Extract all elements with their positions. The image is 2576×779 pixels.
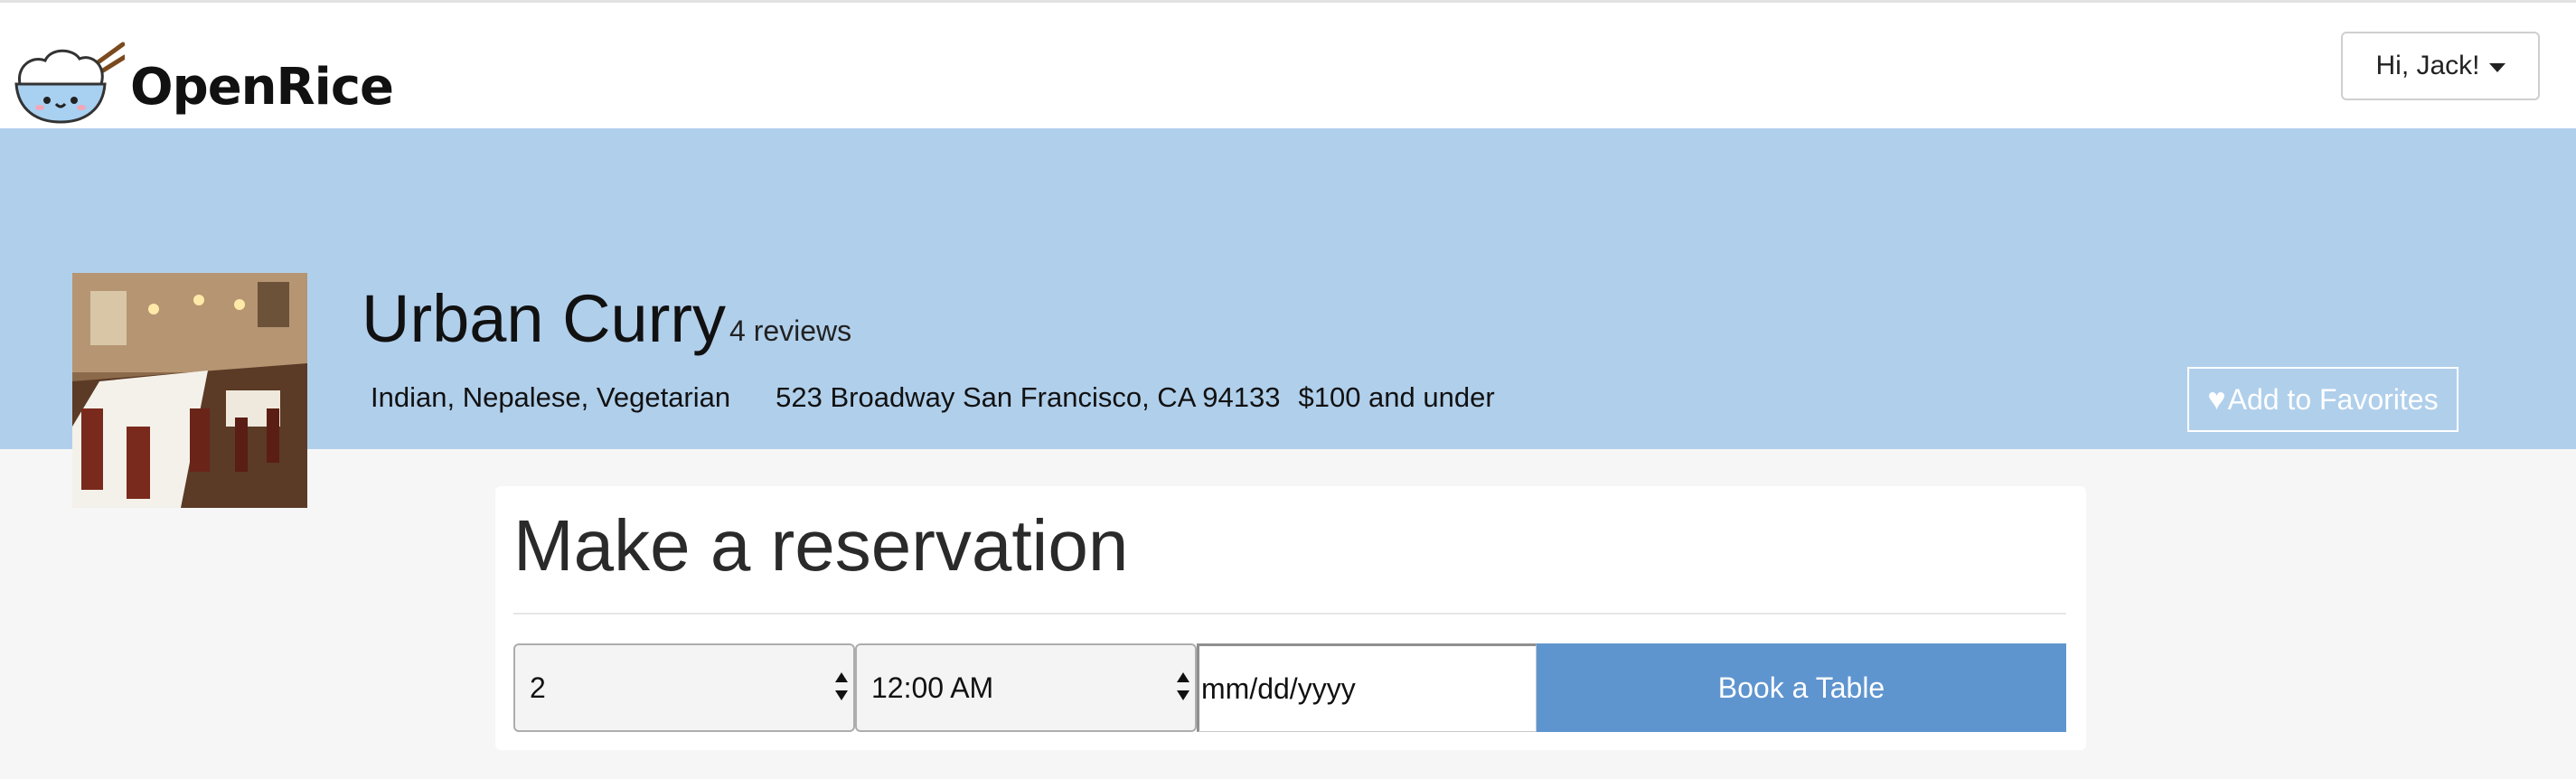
reservation-panel: Make a reservation 2 12:00 AM Book a Tab… xyxy=(495,486,2086,750)
party-size-select[interactable]: 2 xyxy=(513,643,855,732)
rice-bowl-icon xyxy=(14,42,125,124)
user-menu-label: Hi, Jack! xyxy=(2375,51,2480,80)
divider xyxy=(513,613,2066,615)
brand-name: OpenRice xyxy=(130,57,394,117)
restaurant-price: $100 and under xyxy=(1298,381,1495,413)
time-value: 12:00 AM xyxy=(871,671,994,704)
brand-logo[interactable]: OpenRice xyxy=(13,39,394,126)
party-size-value: 2 xyxy=(530,671,546,704)
heart-icon: ♥ xyxy=(2207,382,2226,417)
user-menu-dropdown[interactable]: Hi, Jack! xyxy=(2341,32,2540,100)
time-select[interactable]: 12:00 AM xyxy=(855,643,1197,732)
updown-arrows-icon xyxy=(835,672,848,707)
add-to-favorites-label: Add to Favorites xyxy=(2227,382,2439,416)
book-table-button[interactable]: Book a Table xyxy=(1537,643,2066,732)
add-to-favorites-button[interactable]: ♥ Add to Favorites xyxy=(2187,367,2458,432)
review-count-link[interactable]: 4 reviews xyxy=(729,314,851,348)
reservation-form: 2 12:00 AM Book a Table xyxy=(513,643,2068,732)
restaurant-address: 523 Broadway San Francisco, CA 94133 xyxy=(776,381,1281,413)
restaurant-meta: Indian, Nepalese, Vegetarian 523 Broadway… xyxy=(371,381,1495,414)
caret-down-icon xyxy=(2488,63,2505,72)
updown-arrows-icon xyxy=(1177,672,1189,707)
restaurant-name: Urban Curry xyxy=(362,281,726,356)
restaurant-photo xyxy=(72,273,307,508)
restaurant-cuisine: Indian, Nepalese, Vegetarian xyxy=(371,381,731,413)
date-input[interactable] xyxy=(1197,643,1537,732)
reservation-title: Make a reservation xyxy=(513,505,1129,586)
restaurant-interior-image xyxy=(72,273,307,508)
top-navbar: OpenRice Hi, Jack! xyxy=(0,0,2576,128)
